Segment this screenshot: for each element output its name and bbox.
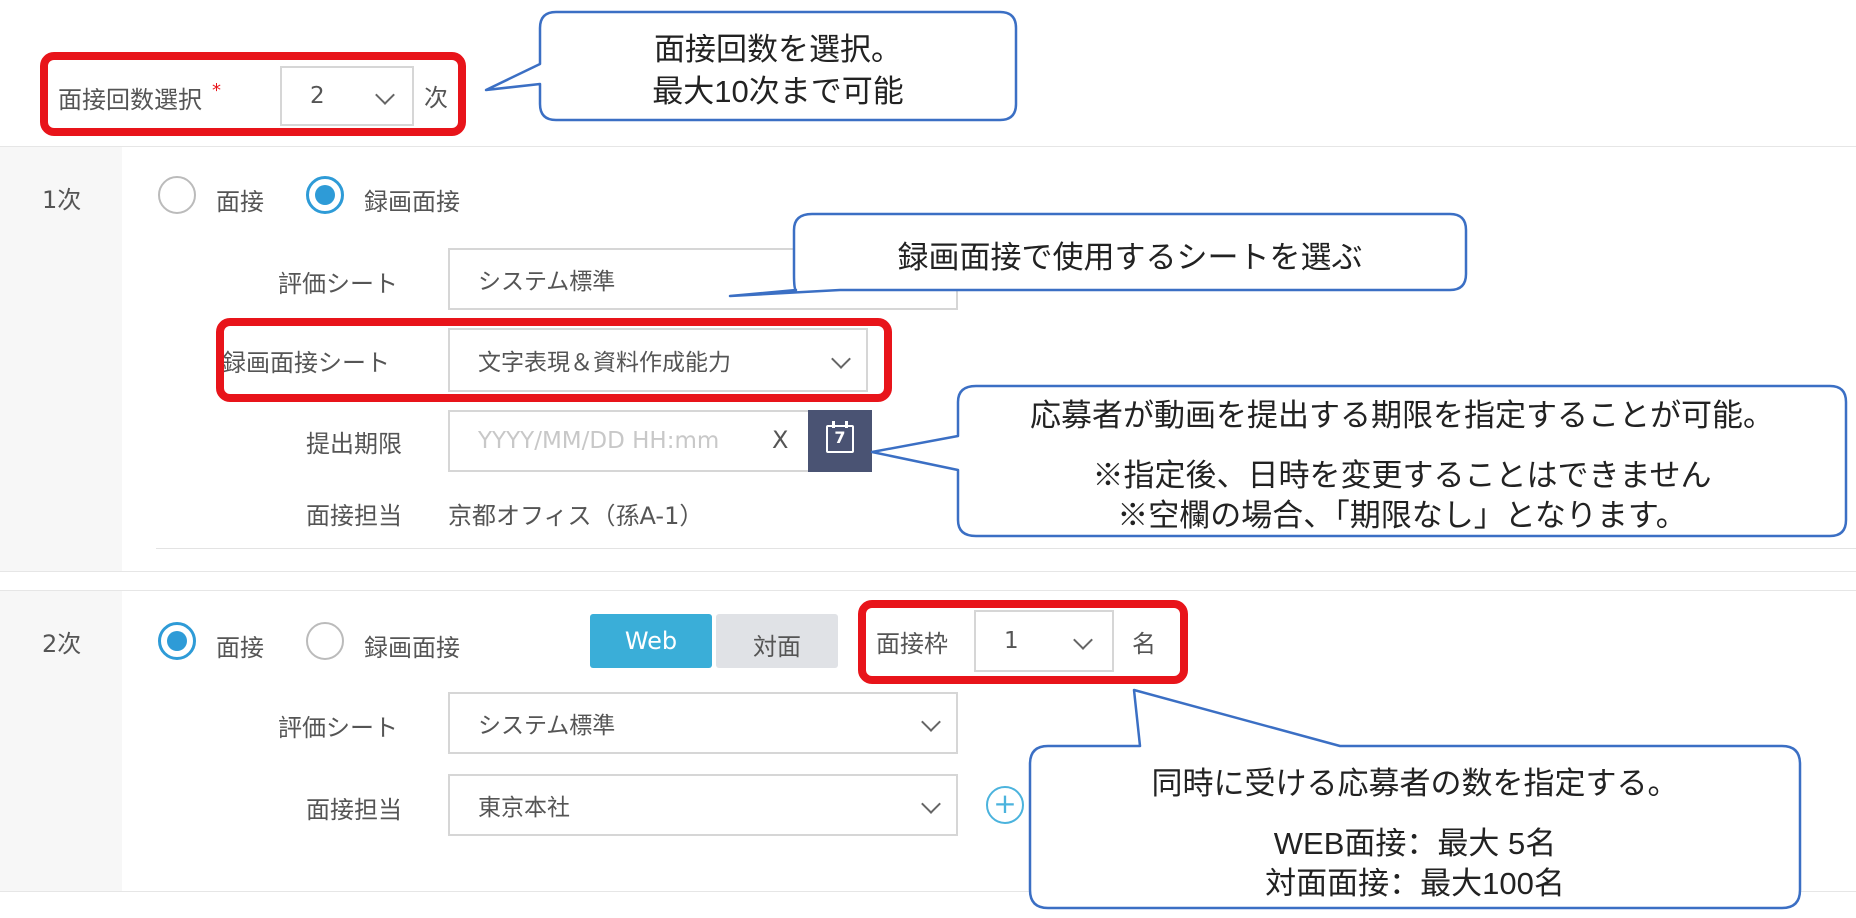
callout-1-line1: 面接回数を選択。	[654, 32, 902, 67]
callout-4-line3: 対面面接：最大100名	[1265, 866, 1565, 901]
callout-1-line2: 最大10次まで可能	[652, 74, 904, 109]
callout-3-line1: 応募者が動画を提出する期限を指定することが可能。	[1030, 398, 1774, 433]
callout-3-line3: ※空欄の場合、「期限なし」となります。	[1117, 498, 1687, 533]
callout-2-line1: 録画面接で使用するシートを選ぶ	[897, 240, 1363, 275]
callout-3-line2: ※指定後、日時を変更することはできません	[1092, 458, 1712, 493]
callout-4-line1: 同時に受ける応募者の数を指定する。	[1151, 766, 1679, 801]
callout-4-line2: WEB面接：最大 5名	[1273, 826, 1557, 861]
